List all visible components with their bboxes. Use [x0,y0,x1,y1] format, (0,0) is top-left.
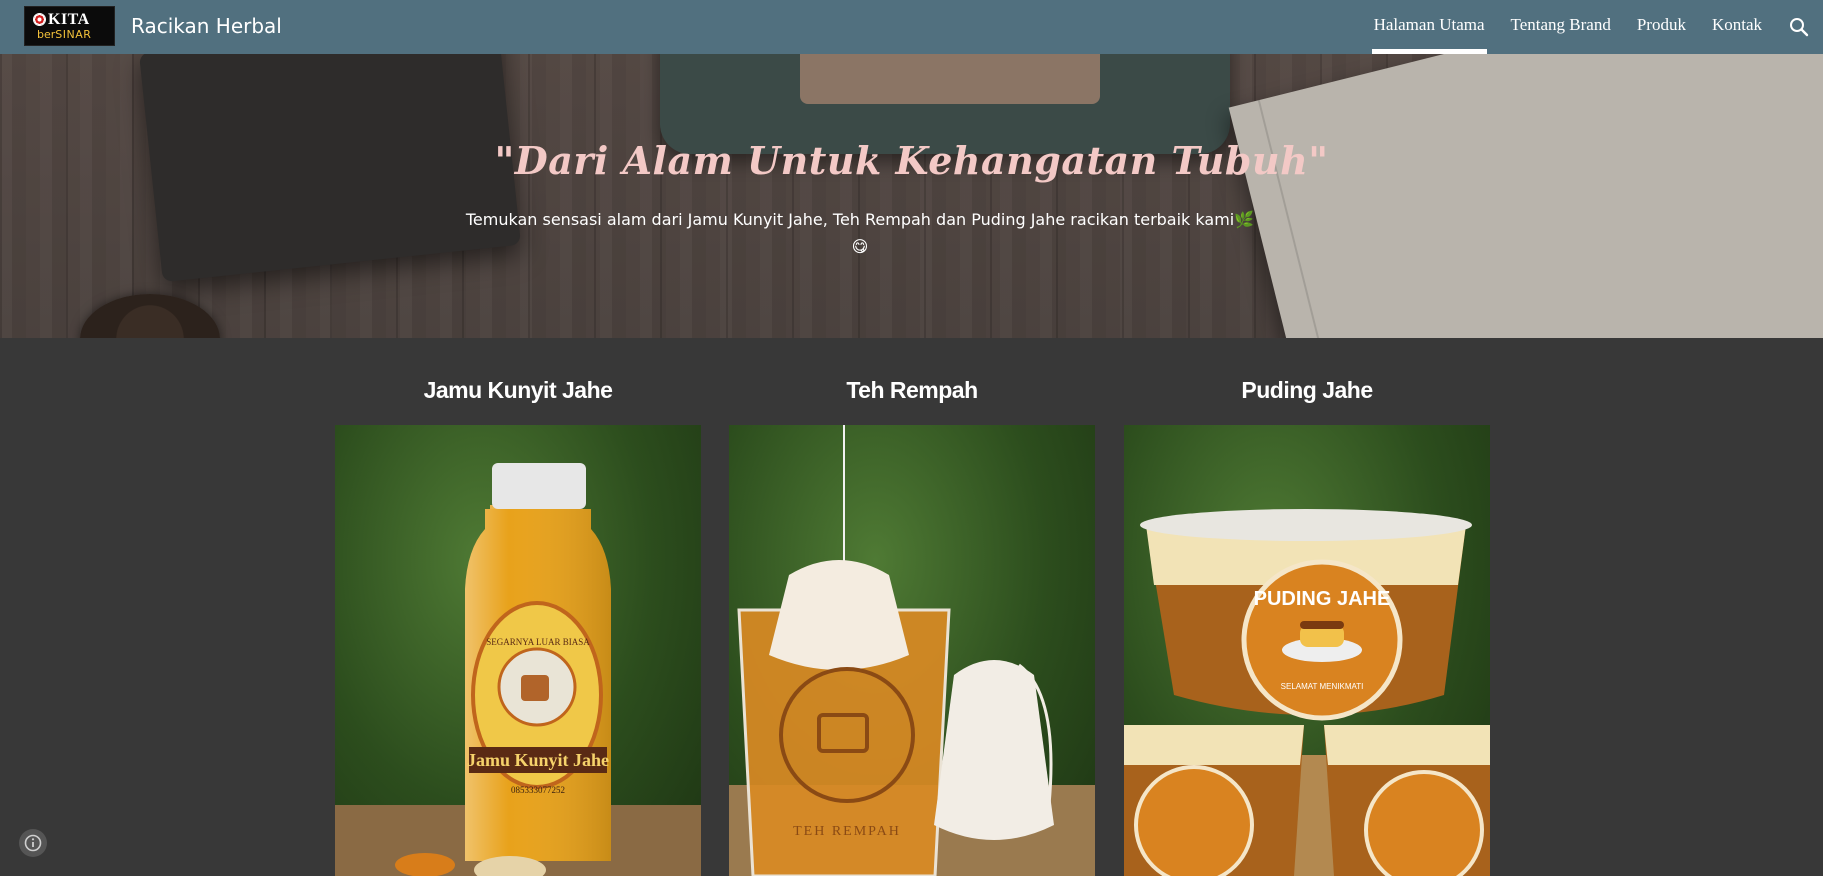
logo-target-icon [33,13,46,26]
product-image-teh-rempah[interactable]: TEH REMPAH [729,425,1095,876]
tea-label-name: TEH REMPAH [793,824,901,839]
hero-description-text: Temukan sensasi alam dari Jamu Kunyit Ja… [465,210,1255,229]
nav-item-produk[interactable]: Produk [1624,0,1699,54]
tea-glass-illustration: TEH REMPAH [729,425,1095,876]
search-button[interactable] [1775,0,1823,54]
nav-item-kontak[interactable]: Kontak [1699,0,1775,54]
product-title: Puding Jahe [1241,377,1373,403]
bottle-label-phone: 085333077252 [511,785,565,795]
site-info-button[interactable] [19,829,47,857]
main-nav: Halaman Utama Tentang Brand Produk Konta… [1361,0,1823,54]
logo-text-sinar: SINAR [55,27,92,41]
hero-quote: "Dari Alam Untuk Kehangatan Tubuh" [494,138,1329,183]
product-image-jamu-kunyit-jahe[interactable]: Jamu Kunyit Jahe SEGARNYA LUAR BIASA 085… [335,425,701,876]
search-icon [1790,18,1809,37]
pudding-cups-illustration: PUDING JAHE SELAMAT MENIKMATI [1124,509,1490,876]
brand-logo[interactable]: KITA berSINAR [24,6,115,46]
pudding-label-sub: SELAMAT MENIKMATI [1281,682,1364,691]
bottle-label-top: SEGARNYA LUAR BIASA [486,637,590,647]
product-title: Jamu Kunyit Jahe [423,377,613,403]
top-navigation-bar: KITA berSINAR Racikan Herbal Halaman Uta… [0,0,1823,54]
products-section: Jamu Kunyit Jahe Jamu Kunyit Jahe SEGARN… [0,338,1823,876]
nav-item-halaman-utama[interactable]: Halaman Utama [1361,0,1498,54]
bottle-label-name: Jamu Kunyit Jahe [467,750,609,770]
jamu-bottle-illustration: Jamu Kunyit Jahe SEGARNYA LUAR BIASA 085… [335,463,701,876]
info-icon [24,834,42,852]
hero-description: Temukan sensasi alam dari Jamu Kunyit Ja… [430,206,1290,260]
product-image-puding-jahe[interactable]: PUDING JAHE SELAMAT MENIKMATI [1124,425,1490,876]
product-title: Teh Rempah [846,377,978,403]
hero-banner: "Dari Alam Untuk Kehangatan Tubuh" Temuk… [0,54,1823,338]
logo-text-kita: KITA [48,10,90,28]
logo-text-ber: ber [37,27,56,41]
nav-item-tentang-brand[interactable]: Tentang Brand [1498,0,1624,54]
hero-description-emoji: 😋 [851,237,869,256]
pudding-label-name: PUDING JAHE [1254,588,1391,610]
site-title[interactable]: Racikan Herbal [131,0,282,54]
